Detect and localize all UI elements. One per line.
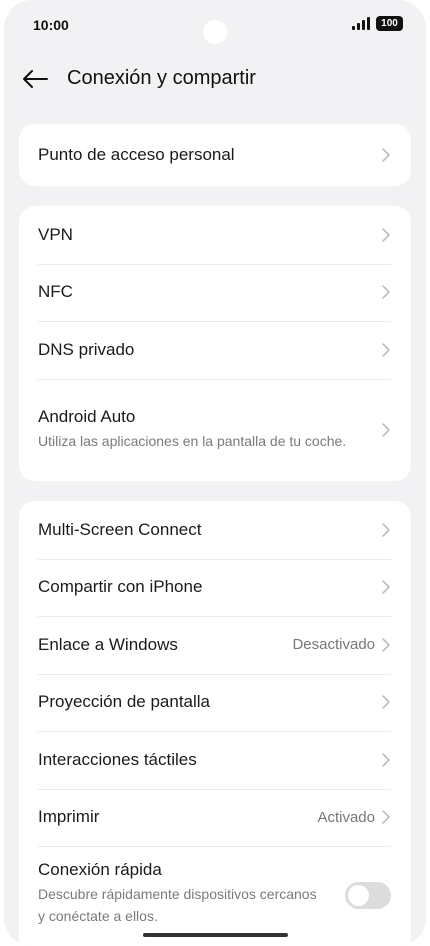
row-label: Interacciones táctiles: [38, 749, 197, 769]
row-vpn[interactable]: VPN: [19, 206, 411, 264]
row-label: Proyección de pantalla: [38, 692, 211, 712]
row-quick-connect: Conexión rápida Descubre rápidamente dis…: [19, 846, 411, 946]
row-value: Desactivado: [292, 636, 375, 654]
chevron-right-icon: [382, 580, 390, 594]
row-link-windows[interactable]: Enlace a Windows Desactivado: [19, 616, 411, 674]
row-label: Compartir con iPhone: [38, 577, 203, 597]
row-label: Android Auto: [38, 407, 136, 426]
chevron-right-icon: [382, 695, 390, 709]
arrow-left-icon: [23, 70, 48, 88]
chevron-right-icon: [382, 148, 390, 162]
row-value: Activado: [317, 808, 375, 826]
row-private-dns[interactable]: DNS privado: [19, 321, 411, 379]
chevron-right-icon: [382, 753, 390, 767]
row-android-auto[interactable]: Android Auto Utiliza las aplicaciones en…: [19, 378, 411, 481]
row-label: Punto de acceso personal: [38, 145, 235, 164]
header: Conexión y compartir: [4, 60, 426, 100]
card-network: VPN NFC DNS privado Android Auto Utiliza…: [19, 206, 411, 481]
row-text: Android Auto Utiliza las aplicaciones en…: [38, 407, 381, 452]
row-subtitle: Descubre rápidamente dispositivos cercan…: [38, 886, 317, 924]
row-multi-screen-connect[interactable]: Multi-Screen Connect: [19, 501, 411, 559]
row-label: Multi-Screen Connect: [38, 519, 202, 539]
row-label: DNS privado: [38, 339, 135, 359]
back-button[interactable]: [18, 62, 52, 96]
front-camera: [203, 20, 227, 44]
toggle-knob: [348, 885, 369, 906]
chevron-right-icon: [382, 810, 390, 824]
chevron-right-icon: [382, 285, 390, 299]
row-share-iphone[interactable]: Compartir con iPhone: [19, 558, 411, 617]
row-nfc[interactable]: NFC: [19, 263, 411, 322]
row-text: Conexión rápida Descubre rápidamente dis…: [38, 860, 345, 927]
card-hotspot: Punto de acceso personal: [19, 124, 411, 186]
row-subtitle: Utiliza las aplicaciones en la pantalla …: [38, 433, 347, 449]
row-touch-interactions[interactable]: Interacciones táctiles: [19, 731, 411, 789]
chevron-right-icon: [382, 422, 390, 437]
chevron-right-icon: [382, 523, 390, 537]
quick-connect-toggle[interactable]: [345, 882, 391, 909]
row-print[interactable]: Imprimir Activado: [19, 788, 411, 847]
status-bar: 10:00 100: [4, 0, 426, 52]
chevron-right-icon: [382, 343, 390, 357]
row-label: Imprimir: [38, 807, 100, 827]
row-label: Enlace a Windows: [38, 634, 178, 654]
card-sharing: Multi-Screen Connect Compartir con iPhon…: [19, 501, 411, 946]
row-screen-projection[interactable]: Proyección de pantalla: [19, 673, 411, 732]
signal-icon: [352, 17, 370, 30]
status-time: 10:00: [33, 17, 69, 33]
row-label: VPN: [38, 224, 73, 244]
row-label: NFC: [38, 282, 73, 302]
row-hotspot[interactable]: Punto de acceso personal: [19, 124, 411, 186]
page-title: Conexión y compartir: [67, 67, 256, 89]
home-indicator[interactable]: [143, 933, 288, 937]
screen: 10:00 100 Conexión y compartir Punto de …: [4, 0, 426, 946]
chevron-right-icon: [382, 228, 390, 242]
chevron-right-icon: [382, 638, 390, 652]
row-label: Conexión rápida: [38, 860, 162, 879]
battery-icon: 100: [376, 16, 403, 31]
